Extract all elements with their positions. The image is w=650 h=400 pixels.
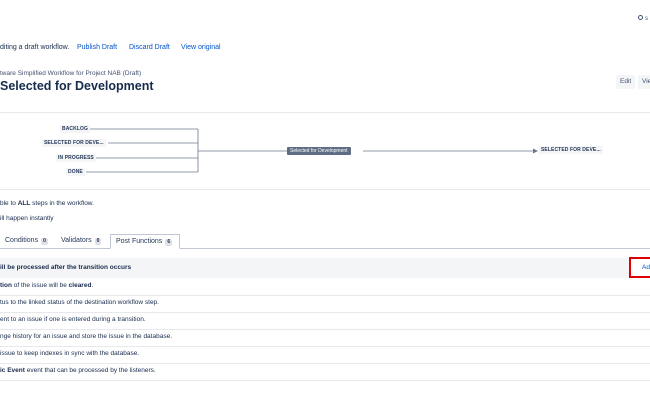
edit-button[interactable]: Edit [616, 75, 636, 89]
divider [0, 189, 650, 190]
post-functions-header-text: ill be processed after the transition oc… [0, 264, 132, 271]
tab-validators[interactable]: Validators 0 [56, 234, 110, 248]
target-status[interactable]: SELECTED FOR DEVE... [539, 146, 603, 154]
add-post-function-button[interactable]: Ad [629, 257, 650, 278]
source-status-backlog[interactable]: BACKLOG [60, 125, 90, 133]
row-divider [0, 295, 650, 296]
row-divider [0, 363, 650, 364]
draft-bar: diting a draft workflow. [0, 44, 69, 51]
source-status-selected[interactable]: SELECTED FOR DEVE... [42, 139, 106, 147]
row-divider [0, 380, 650, 381]
view-original-link[interactable]: View original [181, 44, 221, 51]
source-status-done[interactable]: DONE [66, 168, 85, 176]
arrowhead-icon [533, 148, 538, 154]
tabs-baseline [0, 248, 650, 249]
draft-message: diting a draft workflow. [0, 44, 70, 51]
view-button[interactable]: Vie [638, 75, 650, 89]
divider [0, 112, 650, 113]
discard-draft-link[interactable]: Discard Draft [129, 44, 170, 51]
page-title: Selected for Development [0, 79, 154, 93]
trigger-info: ill happen instantly [0, 215, 54, 222]
row-divider [0, 312, 650, 313]
top-search[interactable]: s [638, 15, 648, 22]
transition-label[interactable]: Selected for Development [287, 147, 351, 155]
tab-conditions[interactable]: Conditions 0 [0, 234, 56, 248]
row-divider [0, 346, 650, 347]
availability-info: ble to ALL steps in the workflow. [0, 200, 94, 207]
publish-draft-link[interactable]: Publish Draft [77, 44, 117, 51]
tab-post-functions[interactable]: Post Functions 6 [110, 234, 180, 249]
source-status-in-progress[interactable]: IN PROGRESS [56, 154, 96, 162]
search-icon[interactable] [638, 15, 643, 20]
row-divider [0, 329, 650, 330]
breadcrumb: tware Simplified Workflow for Project NA… [0, 70, 142, 77]
